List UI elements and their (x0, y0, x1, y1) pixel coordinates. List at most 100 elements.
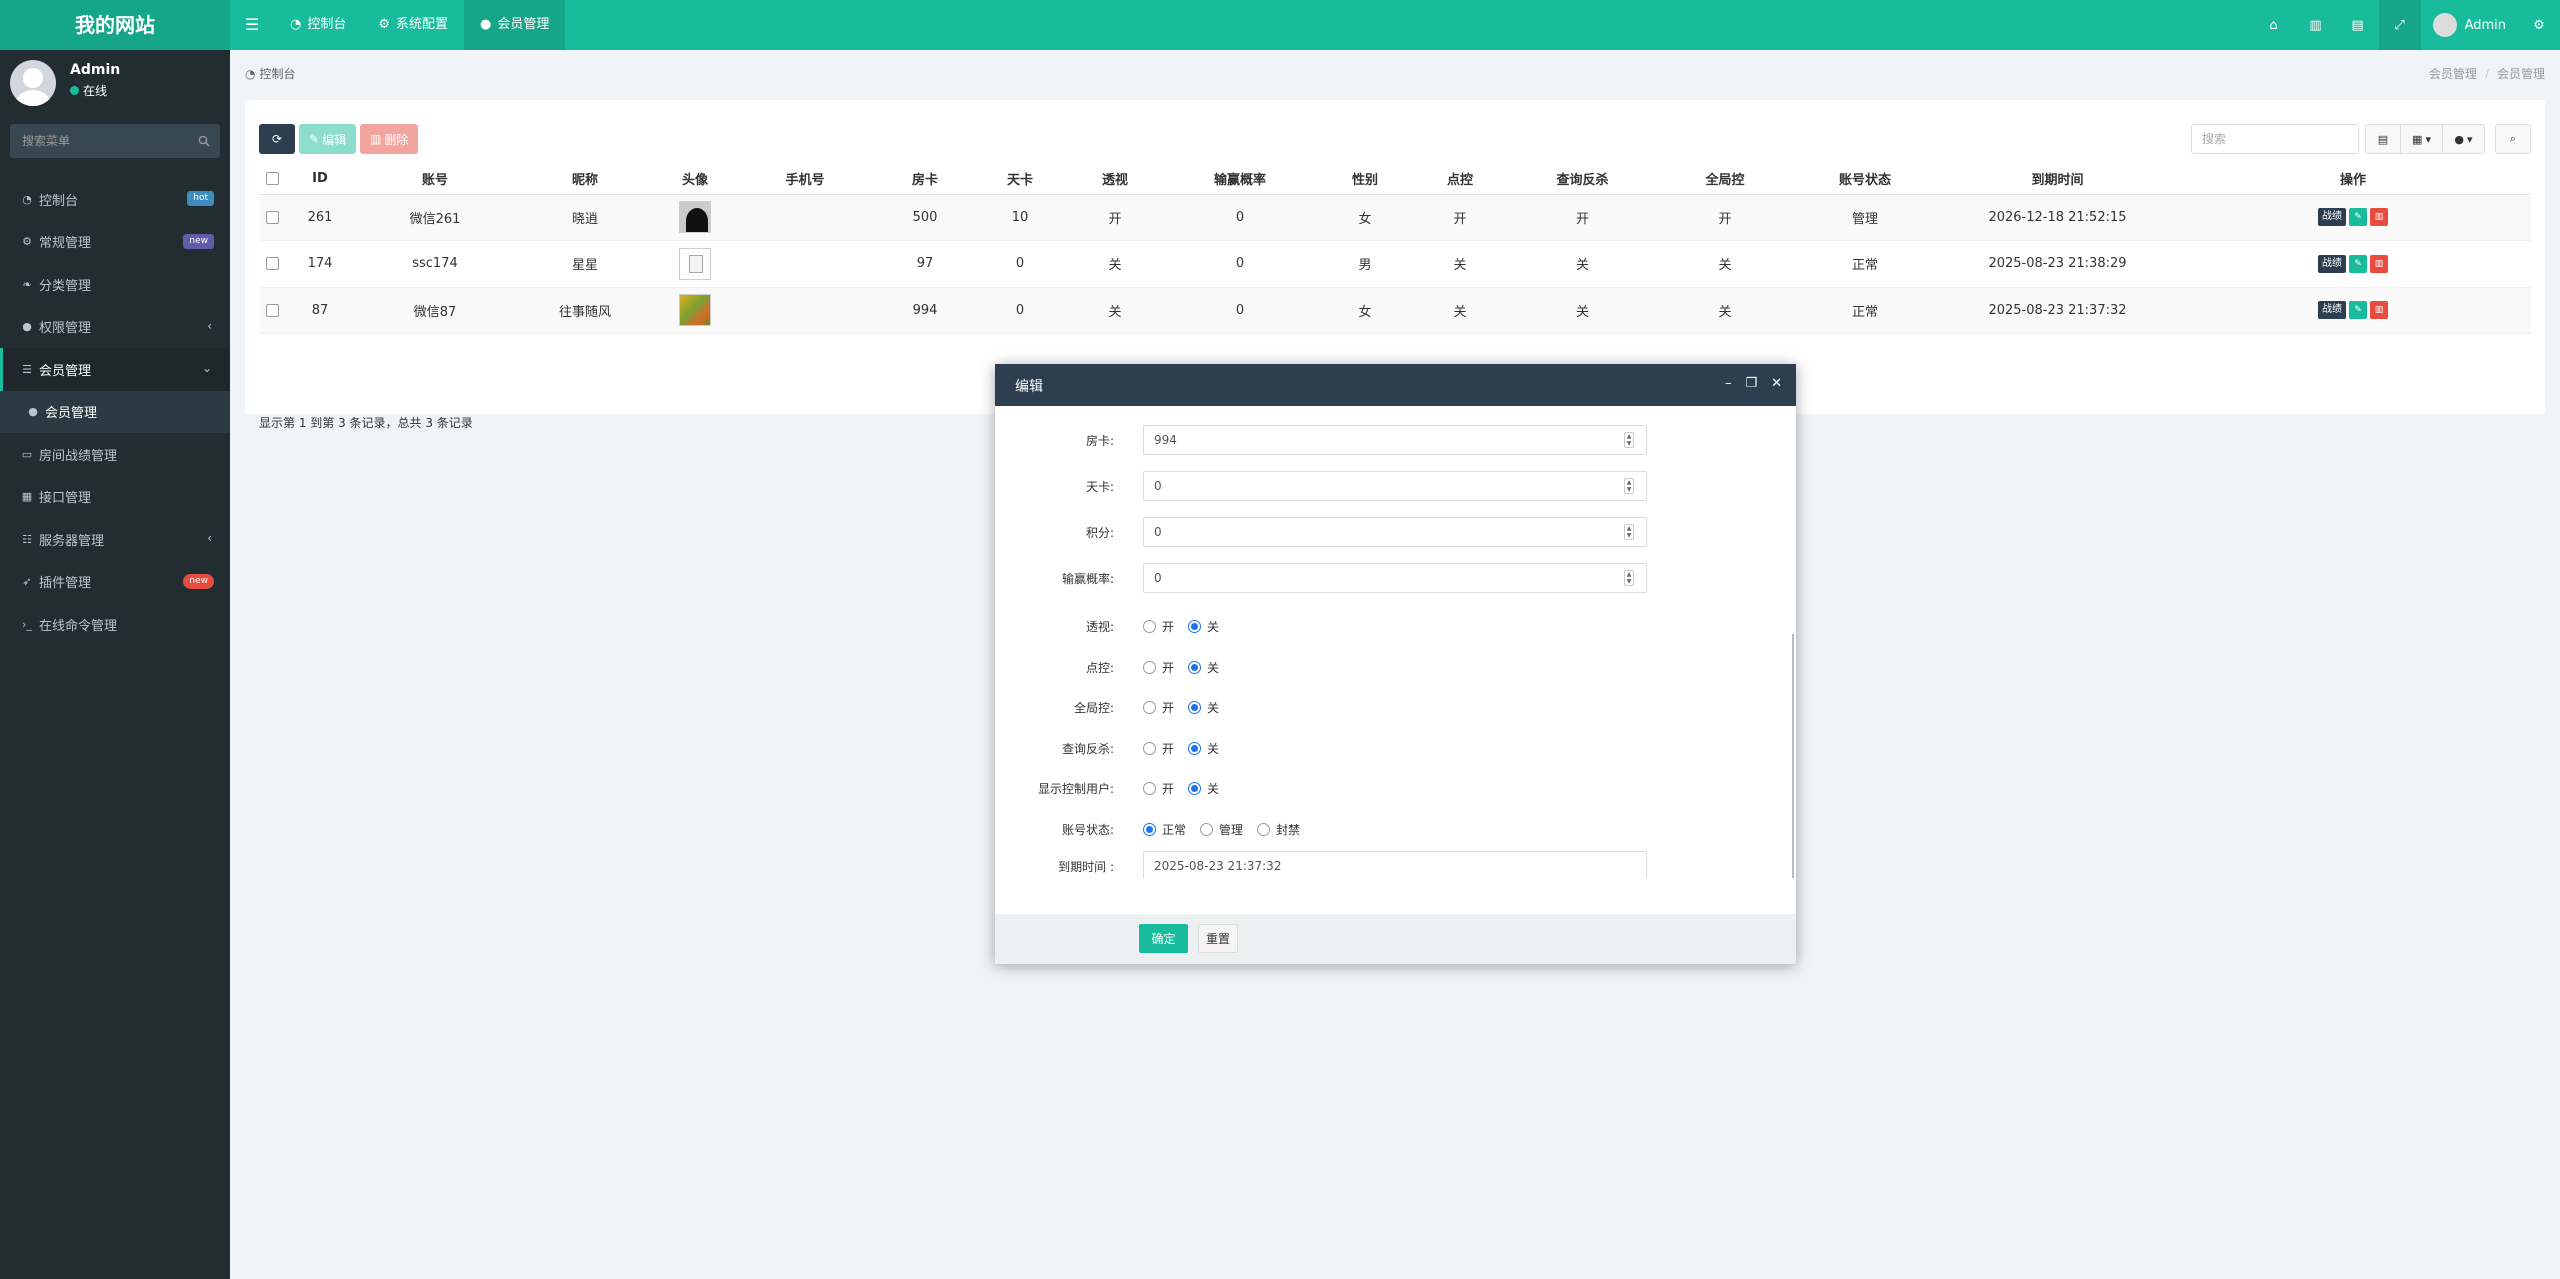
close-icon[interactable]: ✕ (1771, 376, 1782, 391)
radio-button-checked[interactable] (1188, 741, 1202, 755)
records-button[interactable]: 战绩 (2318, 301, 2346, 320)
radio-button-checked[interactable] (1188, 660, 1202, 674)
radio-button[interactable] (1200, 822, 1214, 836)
day-card-input[interactable]: 0 ▲ ▼ (1143, 471, 1647, 501)
radio-button[interactable] (1143, 660, 1156, 674)
avatar[interactable] (679, 247, 711, 280)
room-card-input[interactable]: 994 ▲ ▼ (1143, 425, 1647, 455)
control-sidebar-button[interactable]: ⚙ (2518, 0, 2560, 50)
column-header[interactable]: 输赢概率 (1165, 164, 1315, 195)
row-checkbox[interactable] (265, 257, 279, 271)
sidebar-item-member-list[interactable]: ● 会员管理 (0, 390, 230, 433)
row-delete-button[interactable]: ▥ (2370, 208, 2388, 227)
records-button[interactable]: 战绩 (2318, 254, 2346, 273)
table-row[interactable]: 261 微信261 晓逍 500 10 开 0 女 开 开 开 管理 2026-… (259, 194, 2531, 241)
column-header[interactable]: 昵称 (515, 164, 655, 195)
columns-button[interactable]: ▦ ▾ (2401, 124, 2443, 154)
sidebar-toggle-button[interactable]: ☰ (230, 0, 274, 50)
radio-button[interactable] (1143, 741, 1156, 755)
win-rate-input[interactable]: 0 ▲ ▼ (1143, 563, 1647, 593)
radio-button[interactable] (1143, 701, 1156, 714)
advanced-search-button[interactable]: ⌕ (2495, 124, 2531, 154)
radio-option-off[interactable]: 关 (1188, 780, 1219, 797)
table-row[interactable]: 174 ssc174 星星 97 0 关 0 男 关 关 关 正常 2025-0… (259, 240, 2531, 288)
toggle-view-button[interactable]: ▤ (2365, 124, 2401, 154)
minimize-icon[interactable]: – (1725, 376, 1732, 391)
home-button[interactable]: ⌂ (2253, 0, 2295, 50)
column-header[interactable]: 房卡 (875, 164, 975, 195)
radio-option-on[interactable]: 开 (1143, 780, 1174, 797)
sidebar-item-member[interactable]: ☰ 会员管理 ⌄ (0, 348, 230, 391)
radio-option-banned[interactable]: 封禁 (1257, 821, 1300, 838)
maximize-icon[interactable]: ❐ (1745, 376, 1757, 391)
delete-button[interactable]: ▥ 删除 (360, 124, 419, 154)
row-checkbox[interactable] (265, 303, 279, 317)
tab-dashboard[interactable]: ◔ 控制台 (274, 0, 362, 50)
radio-button[interactable] (1257, 822, 1271, 836)
radio-option-normal[interactable]: 正常 (1143, 821, 1186, 838)
radio-option-on[interactable]: 开 (1143, 740, 1174, 757)
radio-option-admin[interactable]: 管理 (1200, 821, 1243, 838)
row-edit-button[interactable]: ✎ (2349, 254, 2367, 273)
sidebar-item-online-command[interactable]: ›_ 在线命令管理 (0, 603, 230, 646)
row-delete-button[interactable]: ▥ (2370, 301, 2388, 320)
tab-system-config[interactable]: ⚙ 系统配置 (362, 0, 464, 50)
column-header[interactable]: 账号状态 (1790, 164, 1940, 195)
reset-button[interactable]: 重置 (1198, 924, 1238, 953)
row-delete-button[interactable]: ▥ (2370, 254, 2388, 273)
dialog-header[interactable]: 编辑 – ❐ ✕ (995, 364, 1796, 406)
radio-option-off[interactable]: 关 (1188, 618, 1219, 635)
column-header[interactable]: 天卡 (975, 164, 1065, 195)
sidebar-item-server[interactable]: ☷ 服务器管理 ‹ (0, 518, 230, 561)
radio-option-off[interactable]: 关 (1188, 740, 1219, 757)
table-row[interactable]: 87 微信87 往事随风 994 0 关 0 女 关 关 关 正常 2025-0… (259, 287, 2531, 334)
avatar[interactable] (679, 201, 711, 234)
column-header[interactable]: 点控 (1415, 164, 1505, 195)
number-spinner-icon[interactable]: ▲ ▼ (1624, 432, 1634, 448)
dialog-scrollbar[interactable] (1792, 634, 1794, 878)
radio-button[interactable] (1143, 782, 1156, 795)
column-header[interactable]: 账号 (355, 164, 515, 195)
language-button[interactable]: ▤ (2337, 0, 2379, 50)
menu-search-input[interactable] (10, 124, 186, 158)
column-header[interactable]: 到期时间 (1940, 164, 2175, 195)
radio-button[interactable] (1143, 620, 1156, 633)
radio-option-off[interactable]: 关 (1188, 699, 1219, 716)
row-checkbox[interactable] (265, 210, 279, 224)
sidebar-item-general[interactable]: ⚙ 常规管理 new (0, 221, 230, 264)
sidebar-item-category[interactable]: ❧ 分类管理 (0, 263, 230, 306)
column-header[interactable]: 查询反杀 (1505, 164, 1660, 195)
column-header[interactable]: 透视 (1065, 164, 1165, 195)
expire-time-input[interactable]: 2025-08-23 21:37:32 (1143, 851, 1647, 878)
sidebar-item-api[interactable]: ▦ 接口管理 (0, 476, 230, 519)
tab-member-management[interactable]: ● 会员管理 (464, 0, 566, 50)
column-header[interactable]: 手机号 (735, 164, 875, 195)
edit-button[interactable]: ✎ 编辑 (299, 124, 357, 154)
table-search-input[interactable] (2191, 124, 2359, 154)
radio-button-checked[interactable] (1143, 822, 1156, 836)
select-all-checkbox[interactable] (265, 172, 279, 186)
sidebar-item-plugins[interactable]: ➶ 插件管理 new (0, 561, 230, 604)
column-header[interactable]: 性别 (1315, 164, 1415, 195)
column-header[interactable]: ID (285, 164, 355, 195)
column-header[interactable]: 全局控 (1660, 164, 1790, 195)
refresh-button[interactable]: ⟳ (259, 124, 295, 154)
page-header-title[interactable]: 控制台 (259, 65, 295, 82)
row-edit-button[interactable]: ✎ (2349, 301, 2367, 320)
confirm-button[interactable]: 确定 (1139, 924, 1188, 953)
sidebar-item-room-records[interactable]: ▭ 房间战绩管理 (0, 433, 230, 476)
points-input[interactable]: 0 ▲ ▼ (1143, 517, 1647, 547)
radio-button-checked[interactable] (1188, 782, 1202, 795)
site-logo[interactable]: 我的网站 (0, 0, 230, 50)
number-spinner-icon[interactable]: ▲ ▼ (1624, 524, 1634, 540)
fullscreen-button[interactable]: ⤢ (2378, 0, 2421, 50)
breadcrumb-item[interactable]: 会员管理 (2429, 67, 2477, 81)
radio-option-on[interactable]: 开 (1143, 618, 1174, 635)
avatar[interactable] (679, 294, 711, 327)
sidebar-item-dashboard[interactable]: ◔ 控制台 hot (0, 178, 230, 221)
radio-button-checked[interactable] (1188, 620, 1202, 633)
radio-button-checked[interactable] (1188, 701, 1202, 714)
column-header[interactable]: 头像 (655, 164, 735, 195)
sidebar-item-auth[interactable]: ● 权限管理 ‹ (0, 306, 230, 349)
export-button[interactable]: ● ▾ (2443, 124, 2485, 154)
